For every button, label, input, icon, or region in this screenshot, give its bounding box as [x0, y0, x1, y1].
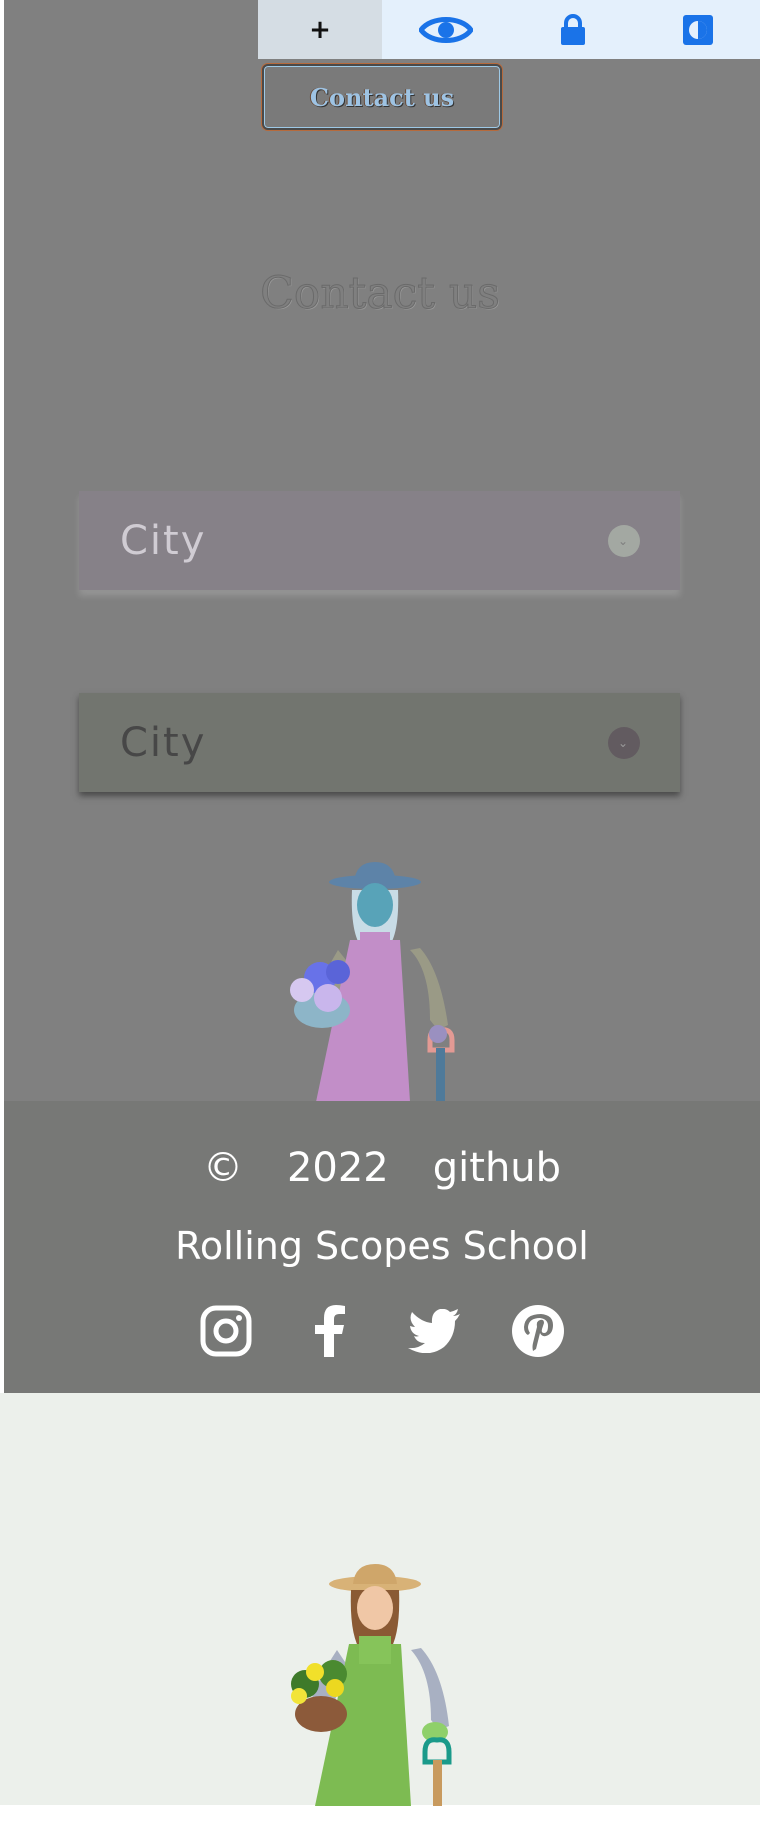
contact-us-button-label: Contact us — [309, 82, 455, 112]
github-link[interactable]: github — [433, 1145, 561, 1191]
facebook-link[interactable] — [303, 1304, 357, 1358]
eye-button[interactable] — [382, 0, 509, 59]
page: + Contact us Contact us City ⌄ City ⌄ © … — [0, 0, 760, 1842]
instagram-link[interactable] — [199, 1304, 253, 1358]
gardener-image — [291, 1564, 452, 1806]
footer: © 2022 github Rolling Scopes School — [4, 1101, 760, 1393]
social-links — [4, 1304, 760, 1358]
contrast-button[interactable] — [636, 0, 760, 59]
chevron-down-icon: ⌄ — [608, 524, 640, 557]
accessibility-toolbar: + — [258, 0, 760, 59]
plus-label: + — [309, 14, 331, 45]
instagram-icon — [200, 1305, 252, 1357]
facebook-icon — [315, 1305, 345, 1357]
chevron-down-icon: ⌄ — [608, 726, 640, 759]
pinterest-link[interactable] — [511, 1304, 565, 1358]
lock-button[interactable] — [509, 0, 636, 59]
city-select[interactable]: City ⌄ — [79, 491, 680, 590]
copyright-symbol: © — [202, 1145, 243, 1191]
plus-button[interactable]: + — [258, 0, 382, 59]
footer-info-row: © 2022 github — [4, 1145, 760, 1191]
city-select[interactable]: City ⌄ — [79, 693, 680, 792]
city-select-value: City — [120, 517, 207, 564]
copyright-year: 2022 — [286, 1145, 389, 1191]
contact-us-button[interactable]: Contact us — [262, 64, 502, 130]
eye-icon — [418, 16, 473, 43]
lock-icon — [560, 13, 585, 45]
gardener-image — [290, 862, 455, 1102]
school-link[interactable]: Rolling Scopes School — [4, 1224, 760, 1268]
twitter-icon — [408, 1309, 460, 1353]
city-select-value: City — [120, 719, 207, 766]
contrast-icon — [683, 14, 713, 45]
twitter-link[interactable] — [407, 1304, 461, 1358]
pinterest-icon — [512, 1305, 564, 1357]
contact-heading: Contact us — [260, 268, 501, 320]
